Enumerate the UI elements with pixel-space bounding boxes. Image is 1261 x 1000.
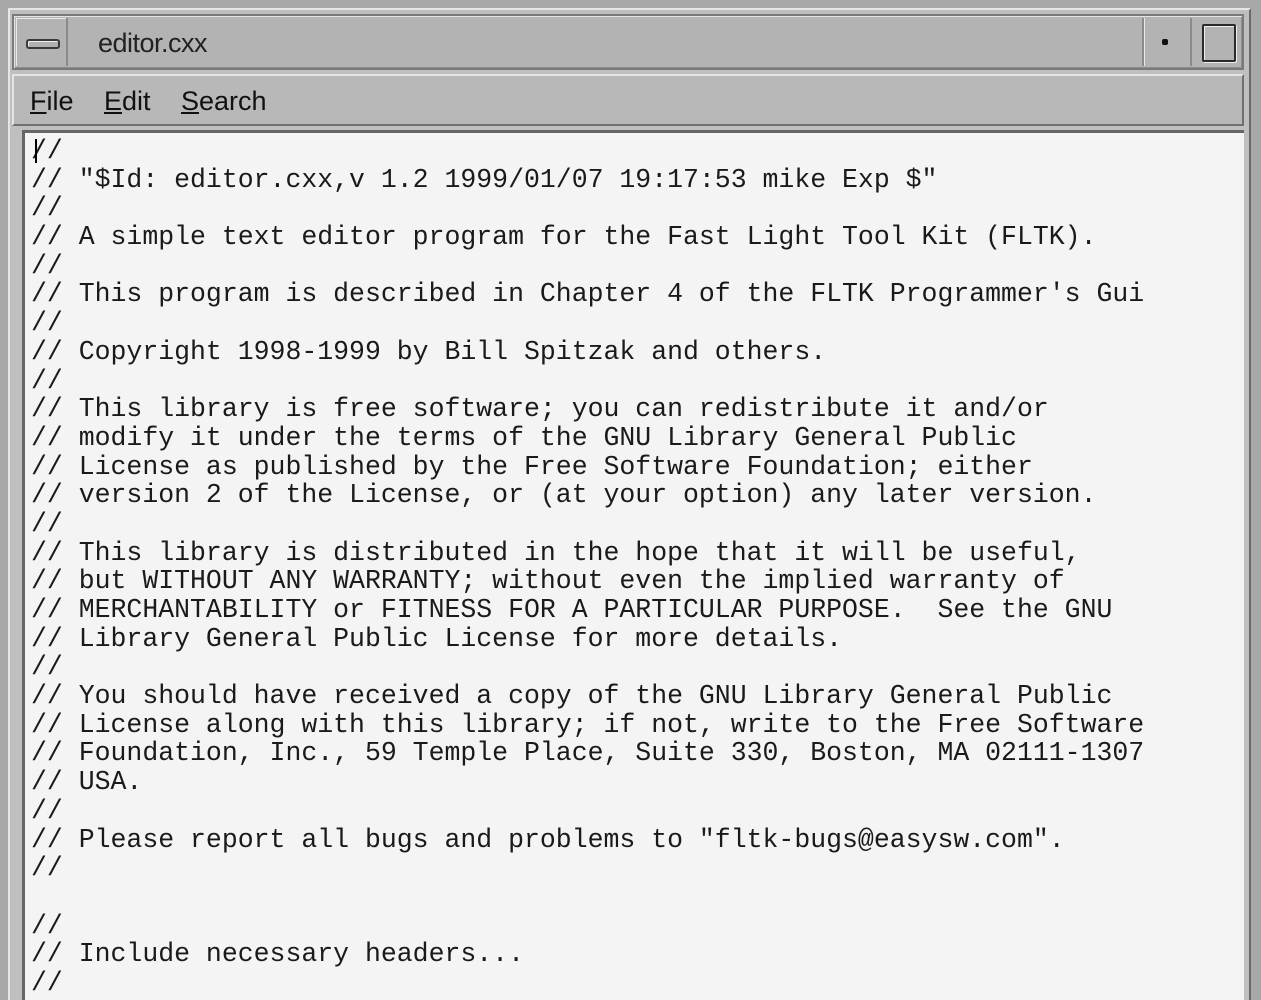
editor-line[interactable]: // xyxy=(31,309,1144,338)
window-title: editor.cxx xyxy=(98,28,208,58)
editor-line[interactable]: // xyxy=(31,969,1144,998)
maximize-icon xyxy=(1202,24,1236,62)
title-bar[interactable]: editor.cxx xyxy=(12,14,1244,70)
menu-search-label: earch xyxy=(199,86,267,116)
minimize-icon xyxy=(1162,39,1168,45)
editor-line[interactable]: // Library General Public License for mo… xyxy=(31,624,1144,654)
window-menu-icon xyxy=(26,39,60,49)
editor-line[interactable]: // License as published by the Free Soft… xyxy=(31,452,1144,482)
menu-file-label: ile xyxy=(46,86,74,116)
editor-line[interactable]: // Copyright 1998-1999 by Bill Spitzak a… xyxy=(31,338,1144,367)
editor-line[interactable]: // xyxy=(31,797,1144,826)
maximize-button[interactable] xyxy=(1190,18,1240,66)
text-cursor xyxy=(35,139,37,163)
minimize-button[interactable] xyxy=(1142,18,1186,66)
editor-line[interactable]: // Please report all bugs and problems t… xyxy=(31,825,1144,855)
editor-line[interactable]: // xyxy=(31,510,1144,539)
menu-edit-mnemonic: E xyxy=(104,86,123,116)
menu-file-mnemonic: F xyxy=(30,86,47,116)
menu-search[interactable]: Search xyxy=(181,86,267,117)
editor-line[interactable]: // xyxy=(31,854,1144,883)
editor-line[interactable]: // xyxy=(31,252,1144,281)
menu-edit[interactable]: Edit xyxy=(104,86,151,117)
editor-line[interactable] xyxy=(31,883,1144,912)
editor-line[interactable]: // You should have received a copy of th… xyxy=(31,682,1144,711)
editor-line[interactable]: // but WITHOUT ANY WARRANTY; without eve… xyxy=(31,567,1144,596)
menu-bar: File Edit Search xyxy=(12,74,1244,126)
editor-line[interactable]: // USA. xyxy=(31,768,1144,797)
editor-line[interactable]: // modify it under the terms of the GNU … xyxy=(31,424,1144,453)
window-menu-button[interactable] xyxy=(16,18,68,66)
editor-line[interactable]: // xyxy=(31,137,1144,166)
editor-line[interactable]: // This library is free software; you ca… xyxy=(31,395,1144,424)
menu-file[interactable]: File xyxy=(30,86,74,117)
editor-line[interactable]: // This library is distributed in the ho… xyxy=(31,538,1144,568)
editor-line[interactable]: // Include necessary headers... xyxy=(31,940,1144,969)
editor-line[interactable]: // xyxy=(31,911,1144,941)
editor-line[interactable]: // License along with this library; if n… xyxy=(31,711,1144,740)
menu-search-mnemonic: S xyxy=(181,86,200,116)
editor-line[interactable]: // A simple text editor program for the … xyxy=(31,223,1144,252)
editor-line[interactable]: // xyxy=(31,366,1144,396)
editor-line[interactable]: // "$Id: editor.cxx,v 1.2 1999/01/07 19:… xyxy=(31,165,1144,195)
editor-line[interactable]: // version 2 of the License, or (at your… xyxy=(31,481,1144,510)
menu-edit-label: dit xyxy=(122,86,151,116)
editor-line[interactable]: // MERCHANTABILITY or FITNESS FOR A PART… xyxy=(31,596,1144,625)
text-editor[interactable]: //// "$Id: editor.cxx,v 1.2 1999/01/07 1… xyxy=(22,130,1244,1000)
editor-line[interactable]: // xyxy=(31,653,1144,682)
editor-line[interactable]: // xyxy=(31,194,1144,223)
editor-content[interactable]: //// "$Id: editor.cxx,v 1.2 1999/01/07 1… xyxy=(31,137,1144,998)
editor-line[interactable]: // Foundation, Inc., 59 Temple Place, Su… xyxy=(31,739,1144,768)
editor-line[interactable]: // This program is described in Chapter … xyxy=(31,280,1144,309)
